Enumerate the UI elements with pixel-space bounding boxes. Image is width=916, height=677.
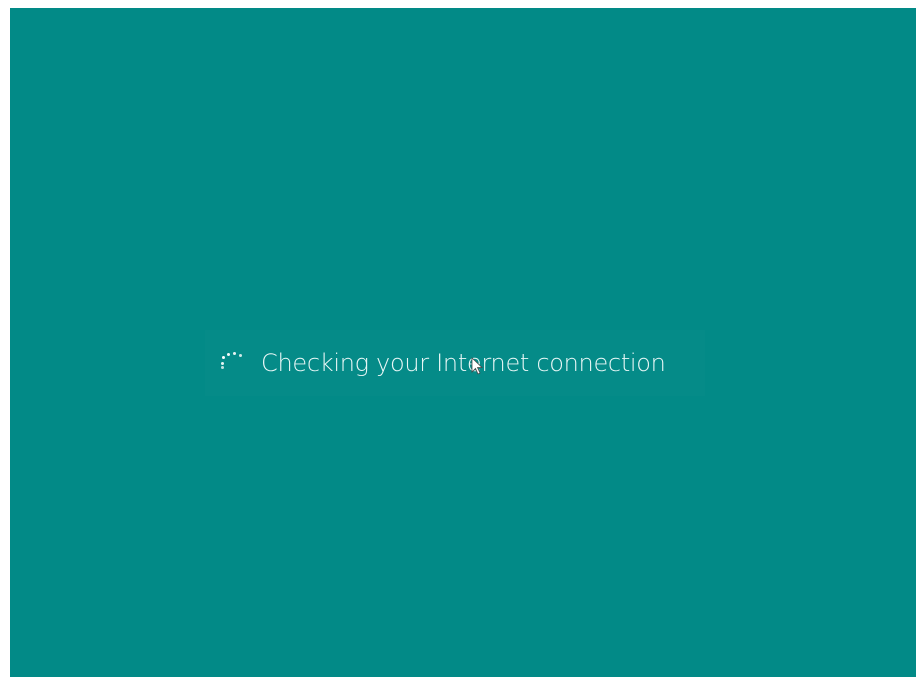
status-row: Checking your Internet connection [205, 330, 705, 396]
mouse-pointer-icon [471, 357, 484, 375]
setup-screen: Checking your Internet connection [10, 8, 916, 677]
status-message: Checking your Internet connection [261, 349, 666, 377]
loading-spinner-icon [213, 348, 247, 378]
